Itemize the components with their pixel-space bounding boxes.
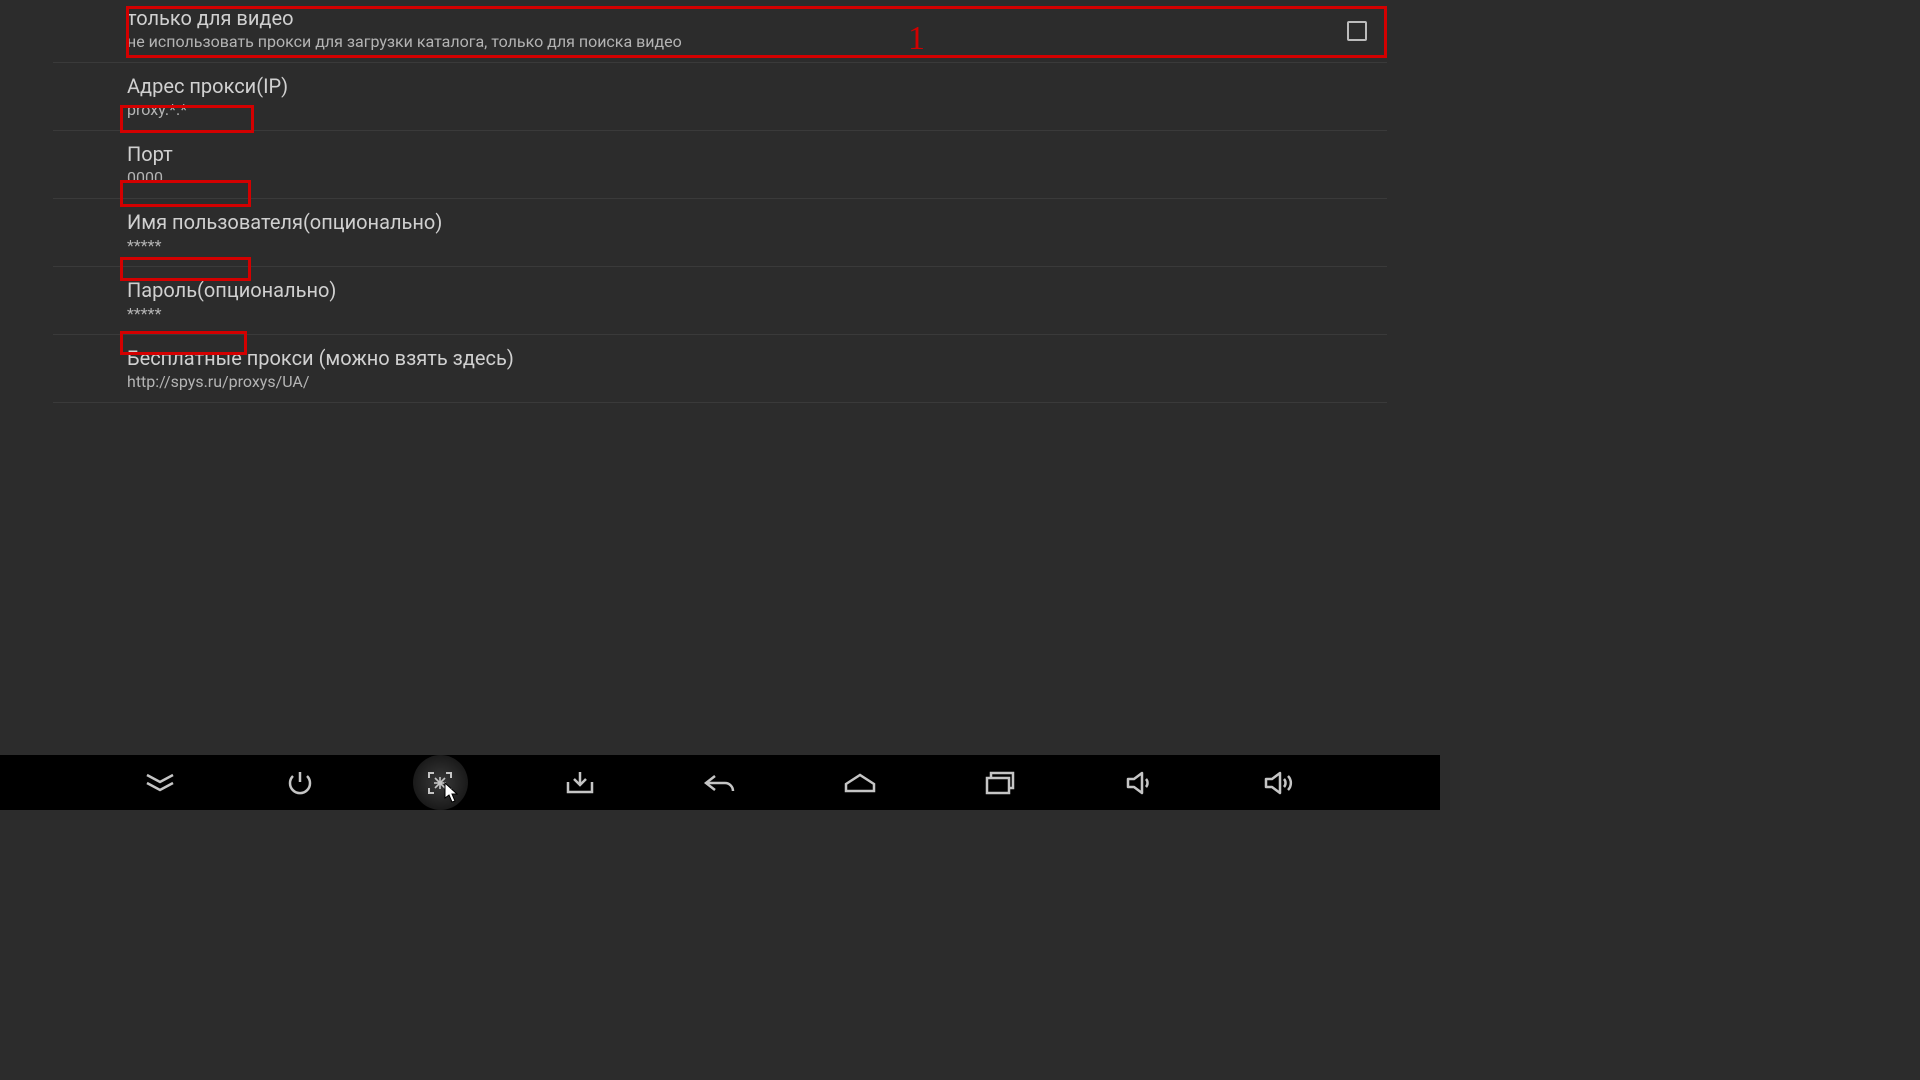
highlight-label-1: 1 <box>908 20 925 58</box>
row-port[interactable]: Порт 0000 <box>53 131 1387 199</box>
nav-download-icon[interactable] <box>553 755 608 810</box>
row-proxy-address[interactable]: Адрес прокси(IP) proxy.*.* <box>53 63 1387 131</box>
system-navbar <box>0 755 1440 810</box>
row-title: Бесплатные прокси (можно взять здесь) <box>127 346 1313 370</box>
row-title: Адрес прокси(IP) <box>127 74 1313 98</box>
nav-volume-up-icon[interactable] <box>1253 755 1308 810</box>
free-proxy-url: http://spys.ru/proxys/UA/ <box>127 372 1313 391</box>
row-title: Пароль(опционально) <box>127 278 1313 302</box>
nav-power-icon[interactable] <box>273 755 328 810</box>
row-title: Порт <box>127 142 1313 166</box>
row-username[interactable]: Имя пользователя(опционально) ***** <box>53 199 1387 267</box>
row-title: только для видео <box>127 6 1313 30</box>
nav-home-icon[interactable] <box>833 755 888 810</box>
password-value: ***** <box>127 304 1313 323</box>
row-video-only[interactable]: только для видео не использовать прокси … <box>53 0 1387 63</box>
port-value: 0000 <box>127 168 1313 187</box>
checkbox-video-only[interactable] <box>1347 21 1367 41</box>
nav-hide-bar-icon[interactable] <box>133 755 188 810</box>
row-free-proxy[interactable]: Бесплатные прокси (можно взять здесь) ht… <box>53 335 1387 403</box>
proxy-address-value: proxy.*.* <box>127 100 1313 119</box>
nav-back-icon[interactable] <box>693 755 748 810</box>
nav-volume-down-icon[interactable] <box>1113 755 1168 810</box>
username-value: ***** <box>127 236 1313 255</box>
nav-screenshot-icon[interactable] <box>413 755 468 810</box>
row-subtitle: не использовать прокси для загрузки ката… <box>127 32 1313 51</box>
nav-recent-icon[interactable] <box>973 755 1028 810</box>
row-title: Имя пользователя(опционально) <box>127 210 1313 234</box>
row-password[interactable]: Пароль(опционально) ***** <box>53 267 1387 335</box>
settings-list: только для видео не использовать прокси … <box>53 0 1387 403</box>
